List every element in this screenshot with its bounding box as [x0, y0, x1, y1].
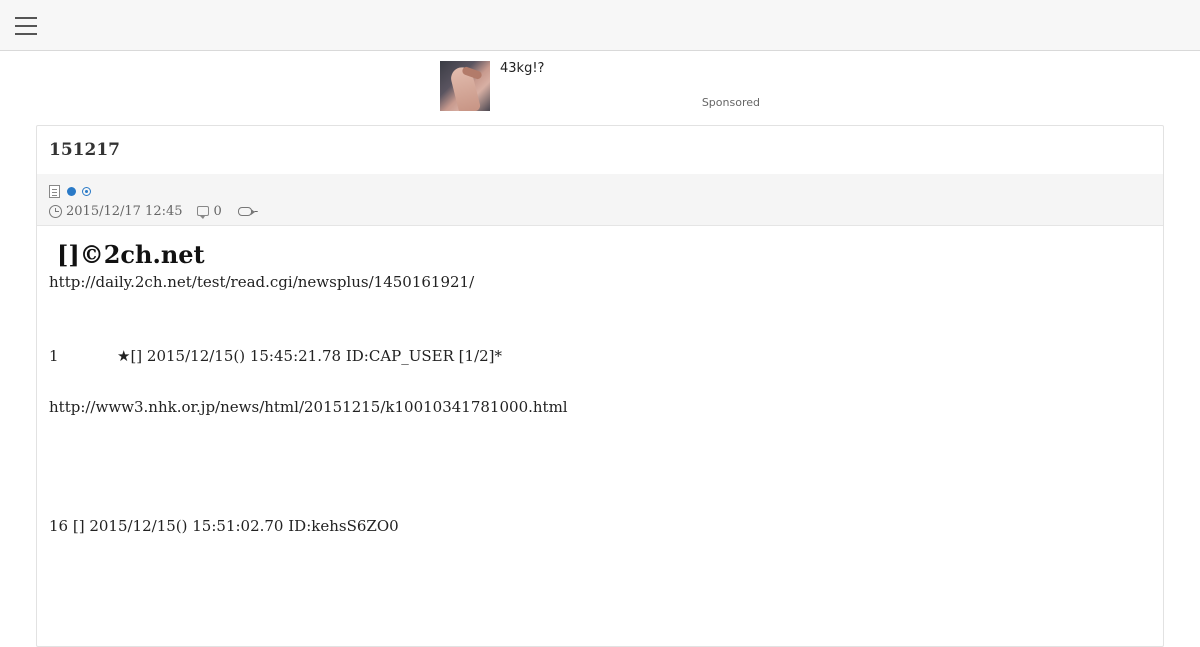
- article-title[interactable]: 151217: [49, 140, 120, 160]
- nhk-news-link[interactable]: http://www3.nhk.or.jp/news/html/20151215…: [49, 398, 568, 416]
- post-date: 2015/12/17 12:45: [66, 203, 183, 219]
- retweet-icon[interactable]: [237, 206, 255, 216]
- meta-info-row: 2015/12/17 12:45 0 -: [49, 202, 258, 220]
- post1-header: ★[] 2015/12/15() 15:45:21.78 ID:CAP_USER…: [117, 347, 503, 365]
- ad-thumbnail-image[interactable]: [440, 61, 490, 111]
- article-body-heading: []©2ch.net: [57, 240, 205, 269]
- ring-icon[interactable]: [82, 186, 91, 196]
- ad-title-link[interactable]: 43kg!?: [500, 61, 544, 76]
- clock-icon: [49, 204, 62, 218]
- meta-icons-row: [49, 183, 91, 199]
- comment-icon[interactable]: [196, 206, 209, 219]
- sponsored-ad[interactable]: 43kg!? Sponsored: [440, 61, 762, 113]
- document-icon[interactable]: [49, 184, 60, 198]
- top-navigation-bar: [0, 0, 1200, 51]
- post16-header: 16 [] 2015/12/15() 15:51:02.70 ID:kehsS6…: [49, 517, 399, 535]
- post1-number: 1: [49, 347, 59, 365]
- source-url-link[interactable]: http://daily.2ch.net/test/read.cgi/newsp…: [49, 273, 474, 291]
- hamburger-menu-icon[interactable]: [15, 17, 37, 35]
- sponsored-label: Sponsored: [701, 96, 760, 109]
- article-meta: 2015/12/17 12:45 0 -: [37, 174, 1163, 226]
- comment-count[interactable]: 0: [214, 204, 222, 219]
- dot-icon[interactable]: [67, 186, 76, 196]
- article-card: 151217 2015/12/17 12:45 0 - []©2ch.net h…: [36, 125, 1164, 647]
